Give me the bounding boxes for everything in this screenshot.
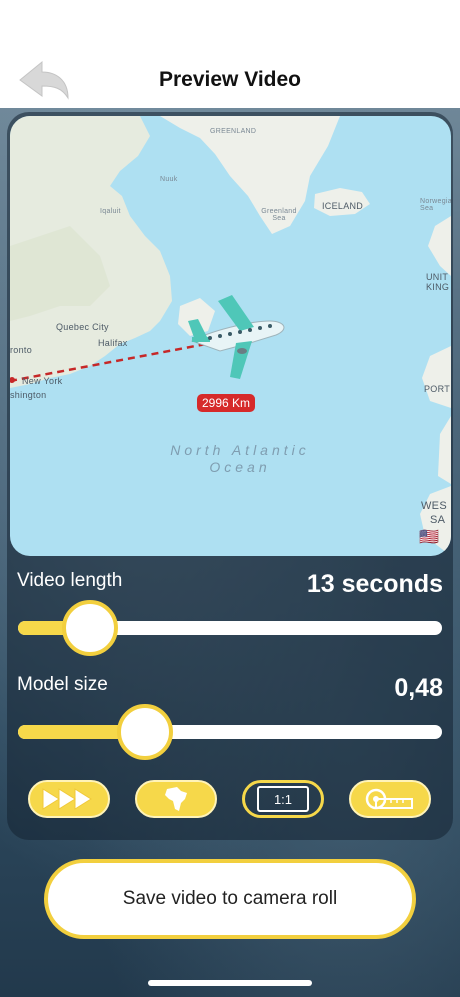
map-label-iceland: ICELAND bbox=[322, 201, 364, 211]
map-label-norwegian-sea: Norwegian Sea bbox=[420, 198, 451, 212]
map-label-halifax: Halifax bbox=[98, 338, 128, 348]
africa-icon bbox=[165, 787, 187, 811]
country-flag-icon: 🇺🇸 bbox=[419, 529, 439, 546]
save-video-button[interactable]: Save video to camera roll bbox=[44, 859, 416, 939]
model-size-slider-thumb[interactable] bbox=[117, 704, 174, 760]
model-size-value: 0,48 bbox=[394, 674, 443, 702]
map-land bbox=[10, 116, 451, 556]
map-label-united-kingdom-1: UNIT bbox=[426, 272, 449, 282]
video-length-slider-thumb[interactable] bbox=[62, 600, 119, 656]
continent-button[interactable] bbox=[135, 780, 217, 818]
map-label-toronto: ronto bbox=[10, 345, 33, 355]
model-size-label: Model size bbox=[17, 674, 108, 695]
video-length-slider[interactable] bbox=[18, 600, 442, 656]
map-label-portugal: PORT bbox=[424, 384, 451, 394]
model-size-slider[interactable] bbox=[18, 704, 442, 760]
fast-forward-icon bbox=[42, 788, 92, 810]
map-label-united-kingdom-2: KING bbox=[426, 282, 450, 292]
page-title: Preview Video bbox=[158, 68, 302, 91]
map-label-ocean-line2: Ocean bbox=[209, 459, 271, 475]
map-label-quebec-city: Quebec City bbox=[56, 322, 109, 332]
map-label-new-york: New York bbox=[22, 376, 63, 386]
video-length-value: 13 seconds bbox=[306, 570, 443, 598]
map-label-iqaluit: Iqaluit bbox=[100, 208, 121, 215]
map-label-greenland: GREENLAND bbox=[210, 128, 257, 135]
aspect-ratio-button[interactable]: 1:1 bbox=[242, 780, 324, 818]
map-label-western-sahara-1: WES bbox=[421, 500, 447, 512]
map-view[interactable]: GREENLAND ICELAND Greenland Sea Norwegia… bbox=[10, 116, 451, 556]
header: Preview Video bbox=[0, 0, 460, 108]
distance-badge: 2996 Km bbox=[197, 394, 256, 412]
map-label-greenland-sea: Greenland Sea bbox=[261, 208, 297, 222]
map-label-washington: shington bbox=[10, 390, 47, 400]
ruler-tape-icon bbox=[365, 788, 413, 810]
speed-button[interactable] bbox=[28, 780, 110, 818]
map-label-ocean-line1: North Atlantic bbox=[170, 442, 310, 458]
map-label-western-sahara-2: SA bbox=[430, 514, 446, 526]
distance-button[interactable] bbox=[349, 780, 431, 818]
home-indicator bbox=[148, 980, 312, 986]
video-length-label: Video length bbox=[17, 570, 123, 591]
aspect-ratio-icon: 1:1 bbox=[257, 786, 309, 812]
map-label-nuuk: Nuuk bbox=[160, 176, 178, 183]
